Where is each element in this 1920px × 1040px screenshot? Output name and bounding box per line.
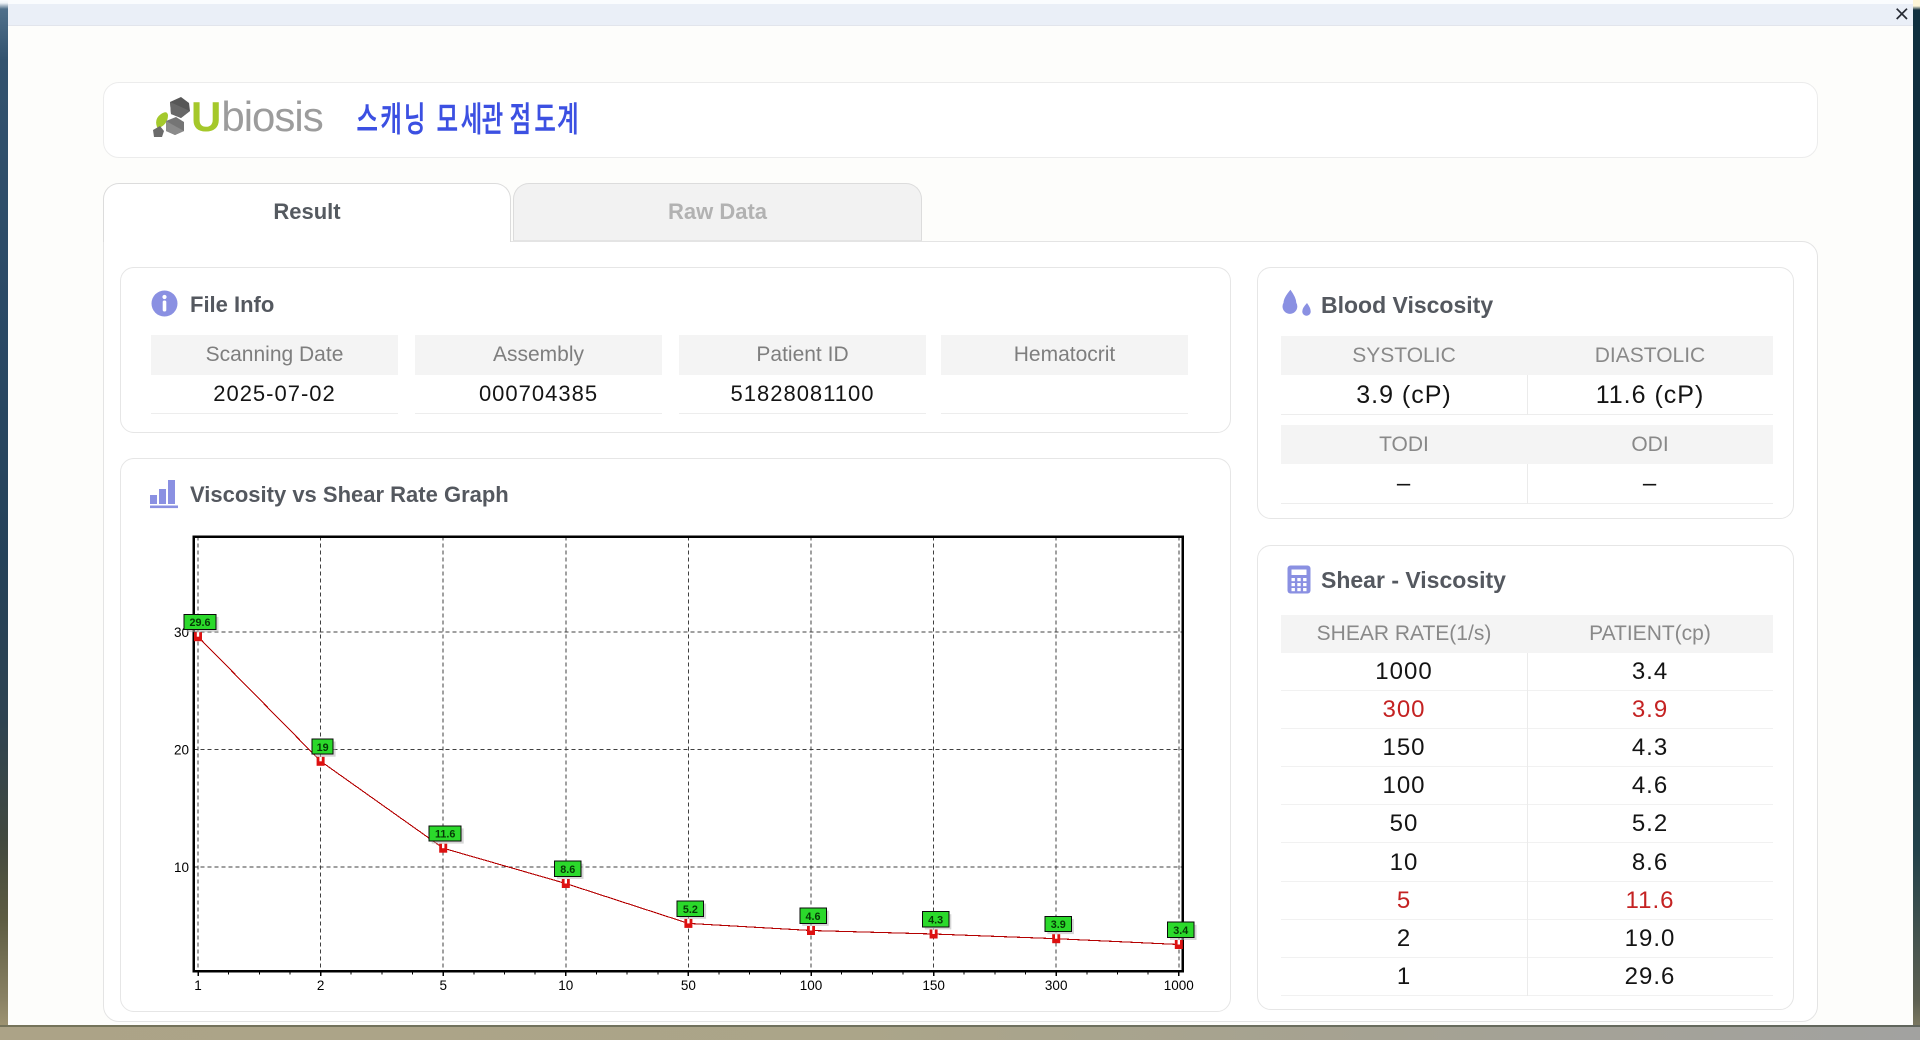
svg-text:3.4: 3.4 bbox=[1173, 925, 1188, 937]
svg-text:150: 150 bbox=[922, 978, 945, 993]
svg-text:10: 10 bbox=[558, 978, 573, 993]
svg-text:5: 5 bbox=[439, 978, 447, 993]
svg-text:19: 19 bbox=[317, 742, 329, 754]
svg-text:8.6: 8.6 bbox=[560, 864, 575, 876]
svg-text:1: 1 bbox=[194, 978, 202, 993]
svg-text:2: 2 bbox=[317, 978, 325, 993]
svg-text:4.6: 4.6 bbox=[805, 911, 820, 923]
svg-text:29.6: 29.6 bbox=[189, 617, 210, 629]
svg-text:5.2: 5.2 bbox=[683, 904, 698, 916]
svg-text:11.6: 11.6 bbox=[435, 829, 455, 841]
svg-text:4.3: 4.3 bbox=[928, 915, 943, 927]
svg-text:100: 100 bbox=[800, 978, 823, 993]
svg-text:20: 20 bbox=[174, 743, 189, 758]
svg-text:3.9: 3.9 bbox=[1051, 919, 1066, 931]
svg-text:10: 10 bbox=[174, 860, 189, 875]
svg-text:1000: 1000 bbox=[1164, 978, 1194, 993]
svg-text:50: 50 bbox=[681, 978, 696, 993]
svg-text:300: 300 bbox=[1045, 978, 1068, 993]
